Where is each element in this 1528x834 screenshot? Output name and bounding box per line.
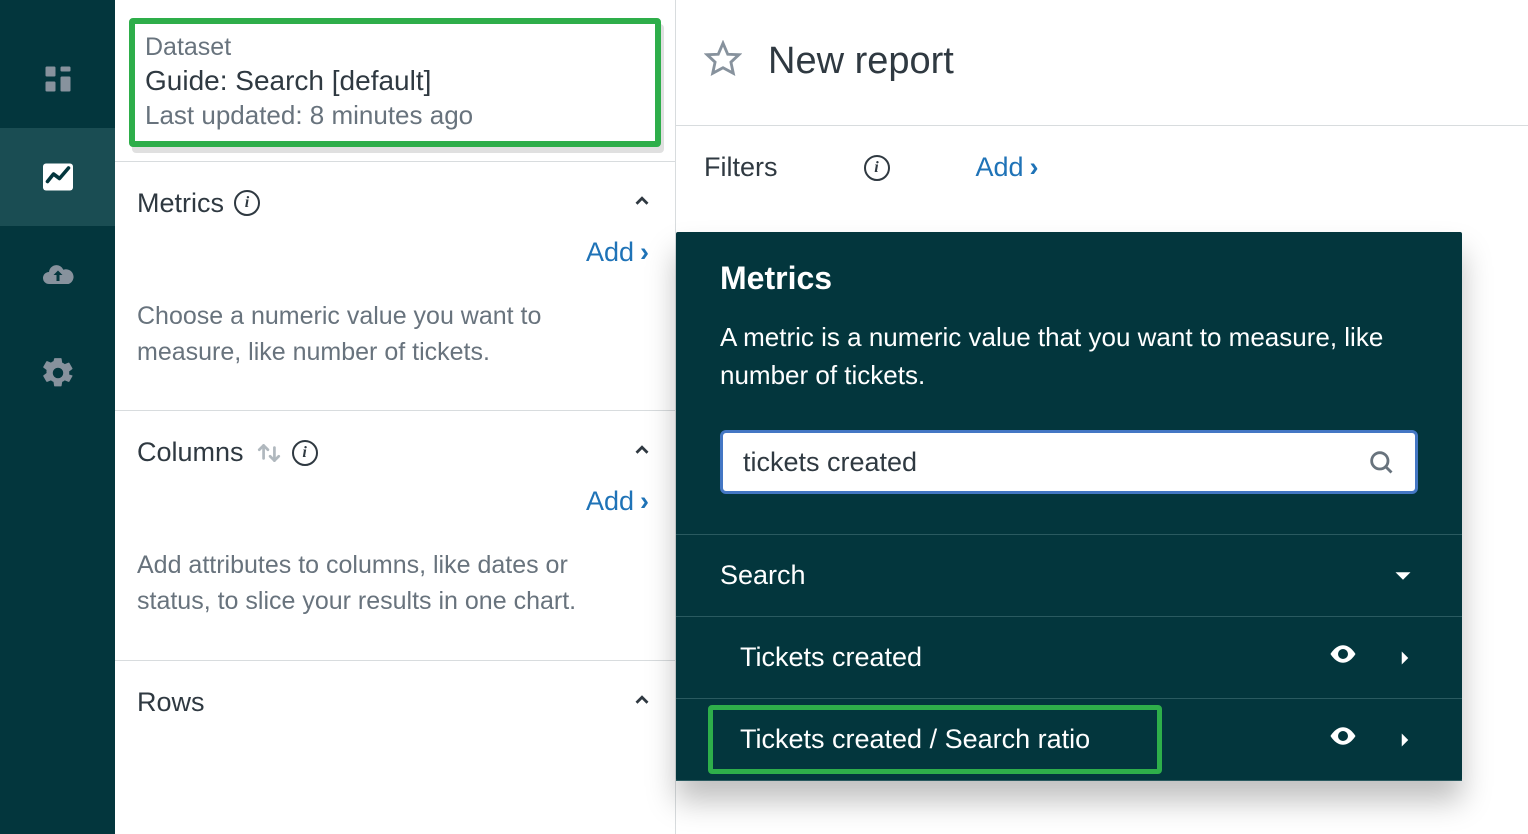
nav-item-dashboard[interactable]: [0, 30, 115, 128]
metrics-description: Choose a numeric value you want to measu…: [137, 298, 637, 371]
chevron-up-icon: [631, 190, 653, 217]
popover-title: Metrics: [720, 260, 1418, 297]
add-metric-link[interactable]: Add›: [137, 237, 653, 268]
chevron-right-icon: [1392, 645, 1418, 671]
filters-row: Filters i Add›: [676, 126, 1528, 209]
section-title: Rows: [137, 687, 205, 718]
swap-icon[interactable]: [256, 440, 282, 466]
metrics-popover: Metrics A metric is a numeric value that…: [676, 232, 1462, 781]
group-label: Search: [720, 560, 806, 591]
section-title: Metrics: [137, 188, 224, 219]
add-filter-link[interactable]: Add›: [976, 152, 1043, 183]
chevron-down-icon: [1388, 561, 1418, 591]
eye-icon[interactable]: [1328, 721, 1358, 758]
add-column-link[interactable]: Add›: [137, 486, 653, 517]
metric-results: Search Tickets created Tickets created /…: [676, 534, 1462, 781]
section-columns: Columns i Add› Add attributes to columns…: [115, 410, 675, 660]
info-icon[interactable]: i: [292, 440, 318, 466]
dataset-updated: Last updated: 8 minutes ago: [145, 100, 645, 131]
metric-item-tickets-created-search-ratio[interactable]: Tickets created / Search ratio: [676, 699, 1462, 781]
nav-item-settings[interactable]: [0, 324, 115, 422]
dataset-selector[interactable]: Dataset Guide: Search [default] Last upd…: [129, 18, 661, 147]
info-icon[interactable]: i: [864, 155, 890, 181]
config-panel: Dataset Guide: Search [default] Last upd…: [115, 0, 676, 834]
dataset-title: Guide: Search [default]: [145, 63, 645, 99]
metric-search-box[interactable]: [720, 430, 1418, 494]
nav-item-upload[interactable]: [0, 226, 115, 324]
metric-item-label: Tickets created / Search ratio: [740, 724, 1090, 755]
chart-icon: [40, 159, 76, 195]
section-metrics: Metrics i Add› Choose a numeric value yo…: [115, 161, 675, 411]
favorite-star-icon[interactable]: [704, 40, 742, 83]
metric-group-search[interactable]: Search: [676, 535, 1462, 617]
metric-item-tickets-created[interactable]: Tickets created: [676, 617, 1462, 699]
nav-item-reports[interactable]: [0, 128, 115, 226]
chevron-up-icon: [631, 439, 653, 466]
popover-description: A metric is a numeric value that you wan…: [720, 319, 1418, 394]
eye-icon[interactable]: [1328, 639, 1358, 676]
section-header-columns[interactable]: Columns i: [137, 425, 653, 486]
add-label: Add: [586, 486, 634, 516]
info-icon[interactable]: i: [234, 190, 260, 216]
main-area: New report Filters i Add› Metrics A metr…: [676, 0, 1528, 834]
gear-icon: [40, 355, 76, 391]
section-title: Columns: [137, 437, 244, 468]
dataset-label: Dataset: [145, 32, 645, 63]
chevron-up-icon: [631, 689, 653, 716]
cloud-upload-icon: [40, 257, 76, 293]
search-icon: [1367, 448, 1395, 476]
report-header: New report: [676, 0, 1528, 126]
dashboard-icon: [41, 64, 75, 94]
columns-description: Add attributes to columns, like dates or…: [137, 547, 637, 620]
report-title[interactable]: New report: [768, 40, 954, 83]
metric-item-label: Tickets created: [740, 642, 922, 673]
add-label: Add: [976, 152, 1024, 182]
section-header-rows[interactable]: Rows: [137, 675, 653, 736]
add-label: Add: [586, 237, 634, 267]
section-rows: Rows: [115, 660, 675, 736]
filters-label: Filters: [704, 152, 778, 183]
nav-rail: [0, 0, 115, 834]
chevron-right-icon: [1392, 727, 1418, 753]
metric-search-input[interactable]: [743, 447, 1367, 478]
section-header-metrics[interactable]: Metrics i: [137, 176, 653, 237]
